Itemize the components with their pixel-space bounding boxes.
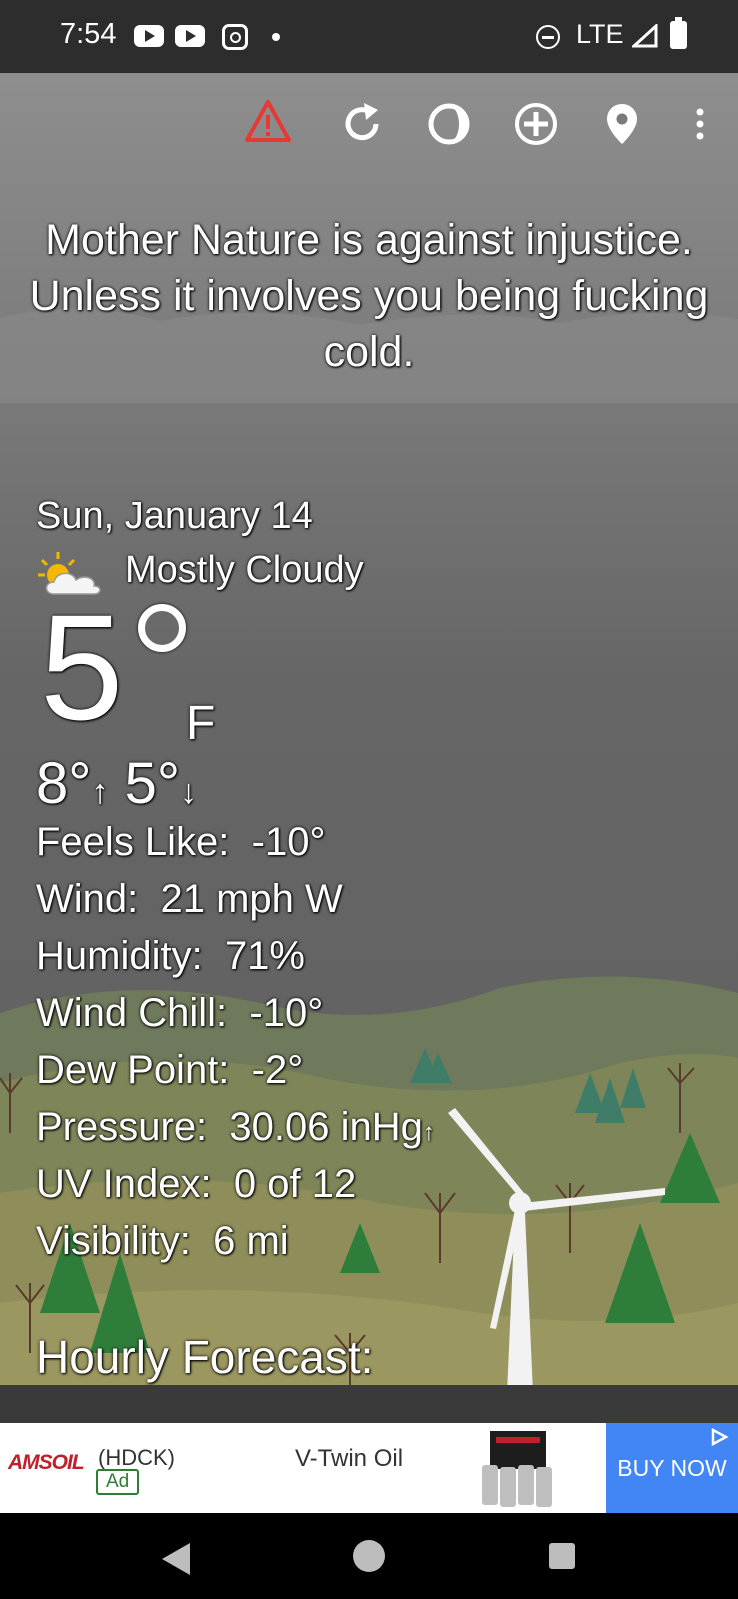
ad-advertiser: (HDCK) [98, 1445, 175, 1470]
ad-title[interactable]: V-Twin Oil [295, 1445, 403, 1473]
arrow-down-icon: ↓ [180, 773, 198, 811]
detail-row: Visibility: 6 mi [36, 1219, 289, 1264]
arrow-up-icon: ↑ [91, 773, 109, 811]
high-temperature: 8° [36, 751, 92, 816]
navigation-bar [0, 1513, 738, 1599]
ad-brand-logo: AMSOIL [8, 1451, 85, 1474]
youtube-notification-icon [134, 25, 164, 47]
detail-label: Visibility: [36, 1219, 191, 1263]
low-temperature: 5° [124, 751, 181, 816]
degree-symbol-icon [138, 604, 186, 652]
detail-row: Feels Like: -10° [36, 820, 325, 865]
add-location-icon[interactable] [512, 100, 560, 148]
detail-value: -10° [251, 820, 326, 864]
high-low-temperature: 8°↑ 5°↓ [36, 750, 197, 817]
detail-value: -2° [251, 1048, 304, 1092]
signal-icon [632, 24, 658, 48]
do-not-disturb-icon [536, 25, 560, 49]
detail-row: UV Index: 0 of 12 [36, 1162, 356, 1207]
pressure-rising-icon: ↑ [422, 1119, 435, 1146]
ad-choices-icon[interactable] [708, 1427, 730, 1447]
alert-icon[interactable] [244, 98, 292, 146]
recent-apps-icon[interactable] [549, 1543, 575, 1569]
back-icon[interactable] [162, 1543, 190, 1575]
detail-row: Wind Chill: -10° [36, 991, 323, 1036]
more-vert-icon[interactable] [682, 100, 718, 148]
home-icon[interactable] [353, 1540, 385, 1572]
ad-badge: Ad [96, 1469, 140, 1495]
detail-row: Wind: 21 mph W [36, 877, 343, 922]
detail-value: 71% [224, 934, 305, 978]
detail-value: 6 mi [213, 1219, 289, 1263]
detail-label: Feels Like: [36, 820, 230, 864]
theme-icon[interactable] [425, 100, 473, 148]
status-bar: 7:54 LTE [0, 0, 738, 73]
youtube-notification-icon [175, 25, 205, 47]
detail-row: Humidity: 71% [36, 934, 305, 979]
more-notifications-icon [272, 33, 280, 41]
detail-label: Wind: [36, 877, 139, 921]
detail-row: Pressure: 30.06 inHg↑ [36, 1105, 435, 1150]
detail-label: Humidity: [36, 934, 203, 978]
location-pin-icon[interactable] [598, 100, 646, 148]
detail-value: 0 of 12 [233, 1162, 357, 1206]
weather-quote: Mother Nature is against injustice. Unle… [29, 216, 709, 376]
ad-banner[interactable]: AMSOIL (HDCK) Ad V-Twin Oil BUY NOW [0, 1423, 738, 1513]
detail-label: UV Index: [36, 1162, 212, 1206]
detail-label: Dew Point: [36, 1048, 230, 1092]
status-time: 7:54 [60, 18, 117, 50]
detail-value: 21 mph W [160, 877, 343, 921]
temperature-unit: F [186, 697, 216, 750]
forecast-date: Sun, January 14 [36, 495, 313, 537]
detail-label: Pressure: [36, 1105, 208, 1149]
hourly-forecast-heading[interactable]: Hourly Forecast: [36, 1330, 373, 1384]
detail-value: -10° [249, 991, 324, 1035]
refresh-icon[interactable] [338, 100, 386, 148]
condition-text: Mostly Cloudy [125, 549, 364, 591]
instagram-notification-icon [222, 24, 248, 50]
detail-label: Wind Chill: [36, 991, 228, 1035]
network-type: LTE [576, 19, 624, 49]
battery-icon [670, 17, 687, 49]
ad-product-image [482, 1431, 552, 1507]
detail-row: Dew Point: -2° [36, 1048, 303, 1093]
current-temperature: 5 [40, 583, 124, 751]
detail-value: 30.06 inHg [229, 1105, 423, 1149]
